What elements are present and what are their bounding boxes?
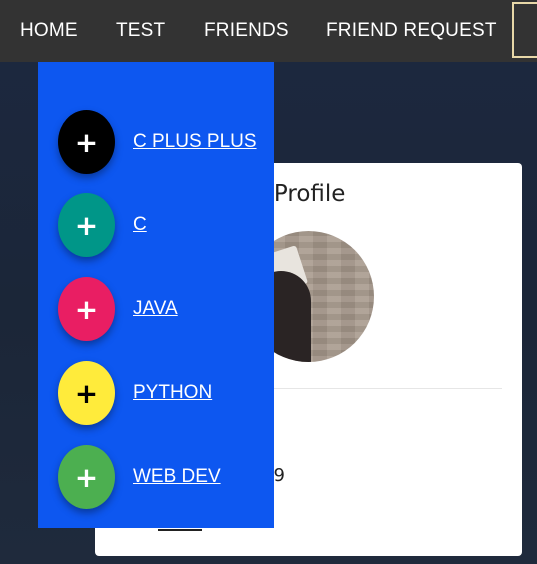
- topic-item-python[interactable]: + PYTHON: [58, 361, 268, 425]
- add-cpp-button[interactable]: +: [58, 110, 115, 174]
- nav-outlined-button[interactable]: [512, 2, 537, 58]
- topic-item-java[interactable]: + JAVA: [58, 277, 268, 341]
- nav-home-link[interactable]: HOME: [20, 0, 78, 62]
- topic-item-cpp[interactable]: + C PLUS PLUS: [58, 110, 268, 174]
- top-navbar: HOME TEST FRIENDS FRIEND REQUEST: [0, 0, 537, 62]
- nav-test-link[interactable]: TEST: [116, 0, 165, 62]
- add-python-button[interactable]: +: [58, 361, 115, 425]
- add-java-button[interactable]: +: [58, 277, 115, 341]
- nav-friend-request-link[interactable]: FRIEND REQUEST: [326, 0, 497, 62]
- topic-link-python[interactable]: PYTHON: [133, 361, 212, 425]
- topic-link-cpp[interactable]: C PLUS PLUS: [133, 110, 257, 174]
- topic-item-web-dev[interactable]: + WEB DEV: [58, 445, 268, 509]
- topics-dropdown-menu: + C PLUS PLUS + C + JAVA + PYTHON + WEB …: [38, 62, 274, 528]
- add-web-dev-button[interactable]: +: [58, 445, 115, 509]
- topic-item-c[interactable]: + C: [58, 193, 268, 257]
- link-underline: [158, 529, 202, 531]
- topic-link-web-dev[interactable]: WEB DEV: [133, 445, 221, 509]
- topic-link-c[interactable]: C: [133, 193, 147, 257]
- add-c-button[interactable]: +: [58, 193, 115, 257]
- nav-friends-link[interactable]: FRIENDS: [204, 0, 289, 62]
- topic-link-java[interactable]: JAVA: [133, 277, 178, 341]
